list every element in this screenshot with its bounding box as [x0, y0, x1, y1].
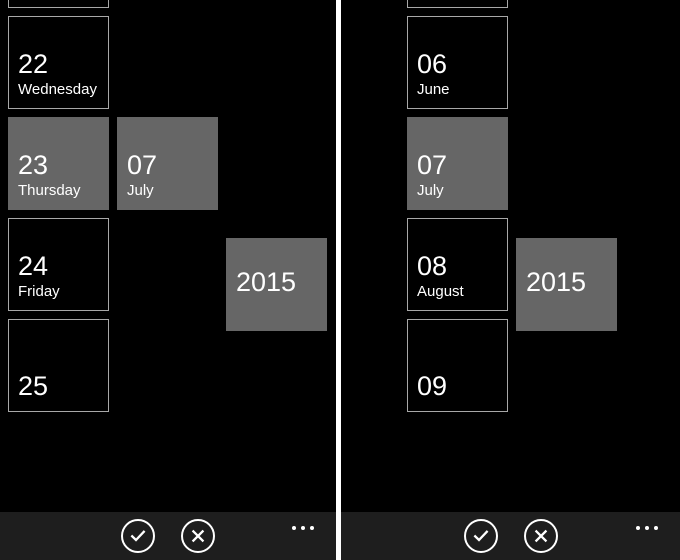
ellipsis-dot: [654, 526, 658, 530]
phone-panel-left: 21 Tuesday 22 Wednesday 23 Thursda: [0, 0, 336, 560]
tile-content: 23 Thursday: [18, 151, 104, 200]
date-picker-day-month-year: 21 Tuesday 22 Wednesday 23 Thursda: [0, 0, 336, 560]
tile-secondary-text: Friday: [18, 283, 60, 300]
year-tile-selected[interactable]: 2015: [226, 238, 327, 331]
tile-content: 2015: [526, 268, 612, 297]
tile-primary-text: 07: [127, 150, 158, 180]
month-tile[interactable]: 06 June: [407, 16, 508, 109]
tile-secondary-text: July: [127, 182, 154, 199]
tile-content: 25: [18, 372, 104, 402]
app-bar: [341, 512, 680, 560]
app-bar-buttons: [0, 512, 336, 560]
cancel-button[interactable]: [181, 519, 215, 553]
tile-primary-text: 25: [18, 371, 49, 401]
app-bar: [0, 512, 336, 560]
tile-primary-text: 24: [18, 251, 49, 281]
tile-content: 07 July: [417, 151, 503, 200]
tile-content: 07 July: [127, 151, 213, 200]
picker-columns-right: 05 May 06 June 07 July: [407, 0, 625, 560]
month-column[interactable]: 05 May 06 June 07 July: [407, 0, 508, 420]
tile-primary-text: 09: [417, 371, 448, 401]
phone-panel-right: 05 May 06 June 07 July: [341, 0, 680, 560]
close-icon: [190, 528, 206, 544]
app-bar-buttons: [341, 512, 680, 560]
tile-content: 24 Friday: [18, 252, 104, 301]
check-icon: [472, 527, 490, 545]
picker-columns-left: 21 Tuesday 22 Wednesday 23 Thursda: [8, 0, 335, 560]
month-tile-placeholder: [117, 0, 218, 8]
month-tile[interactable]: 09: [407, 319, 508, 412]
tile-primary-text: 06: [417, 49, 448, 79]
ellipsis-dot: [645, 526, 649, 530]
close-icon: [533, 528, 549, 544]
ellipsis-dot: [636, 526, 640, 530]
year-column[interactable]: 2015: [226, 238, 327, 339]
tile-secondary-text: June: [417, 81, 450, 98]
day-tile[interactable]: 24 Friday: [8, 218, 109, 311]
tile-primary-text: 2015: [526, 267, 587, 297]
screenshot-root: 21 Tuesday 22 Wednesday 23 Thursda: [0, 0, 680, 560]
tile-secondary-text: July: [417, 182, 444, 199]
month-tile[interactable]: 08 August: [407, 218, 508, 311]
tile-content: 22 Wednesday: [18, 50, 104, 99]
ellipsis-dot: [301, 526, 305, 530]
cancel-button[interactable]: [523, 519, 558, 553]
accept-button[interactable]: [121, 519, 155, 553]
month-tile-selected[interactable]: 07 July: [407, 117, 508, 210]
day-tile-selected[interactable]: 23 Thursday: [8, 117, 109, 210]
date-picker-month-year: 05 May 06 June 07 July: [341, 0, 680, 560]
year-column[interactable]: 2015: [516, 238, 617, 339]
tile-primary-text: 08: [417, 251, 448, 281]
tile-content: 08 August: [417, 252, 503, 301]
ellipsis-dot: [292, 526, 296, 530]
tile-content: 06 June: [417, 50, 503, 99]
year-tile-selected[interactable]: 2015: [516, 238, 617, 331]
day-column[interactable]: 21 Tuesday 22 Wednesday 23 Thursda: [8, 0, 109, 420]
tile-primary-text: 07: [417, 150, 448, 180]
tile-secondary-text: Wednesday: [18, 81, 97, 98]
day-tile[interactable]: 21 Tuesday: [8, 0, 109, 8]
more-options-button[interactable]: [288, 520, 318, 536]
tile-primary-text: 2015: [236, 267, 297, 297]
month-tile-selected[interactable]: 07 July: [117, 117, 218, 210]
month-tile-placeholder: [117, 16, 218, 109]
tile-primary-text: 23: [18, 150, 49, 180]
day-tile[interactable]: 22 Wednesday: [8, 16, 109, 109]
accept-button[interactable]: [463, 519, 498, 553]
month-tile[interactable]: 05 May: [407, 0, 508, 8]
check-icon: [129, 527, 147, 545]
ellipsis-dot: [310, 526, 314, 530]
more-options-button[interactable]: [632, 520, 662, 536]
month-column[interactable]: 07 July: [117, 0, 218, 218]
tile-content: 09: [417, 372, 503, 402]
tile-secondary-text: Thursday: [18, 182, 81, 199]
day-tile[interactable]: 25: [8, 319, 109, 412]
tile-content: 2015: [236, 268, 322, 297]
tile-primary-text: 22: [18, 49, 49, 79]
tile-secondary-text: August: [417, 283, 464, 300]
